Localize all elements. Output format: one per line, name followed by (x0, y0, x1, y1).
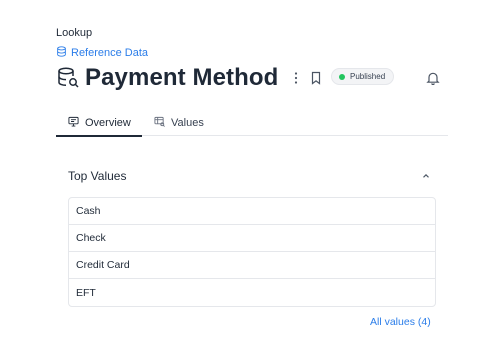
breadcrumb-label: Reference Data (71, 47, 149, 59)
preview-icon (68, 116, 79, 130)
table-search-icon (154, 116, 165, 130)
tab-overview[interactable]: Overview (56, 110, 142, 137)
breadcrumb-reference-data[interactable]: Reference Data (56, 46, 148, 60)
chevron-up-icon[interactable] (419, 169, 433, 183)
database-search-icon (56, 66, 80, 90)
status-dot (339, 73, 345, 80)
page-eyebrow: Lookup (56, 27, 93, 39)
status-label: Published (350, 72, 386, 81)
tab-label: Values (171, 117, 204, 129)
top-values-list: Cash Check Credit Card EFT (68, 197, 436, 307)
tab-values[interactable]: Values (154, 110, 204, 136)
list-item[interactable]: Check (69, 225, 435, 252)
more-options-icon[interactable] (288, 70, 304, 86)
page-title: Payment Method (85, 64, 279, 91)
bookmark-icon[interactable] (308, 70, 324, 86)
database-icon (56, 46, 67, 60)
bell-icon[interactable] (425, 70, 441, 86)
list-item[interactable]: EFT (69, 279, 435, 306)
top-values-heading: Top Values (68, 169, 127, 183)
all-values-link[interactable]: All values (4) (370, 316, 431, 328)
status-badge: Published (331, 68, 395, 85)
list-item[interactable]: Cash (69, 198, 435, 225)
tab-label: Overview (85, 116, 131, 129)
page-header: Payment Method (56, 63, 278, 93)
list-item[interactable]: Credit Card (69, 252, 435, 279)
tab-bar: Overview Values (56, 110, 448, 137)
